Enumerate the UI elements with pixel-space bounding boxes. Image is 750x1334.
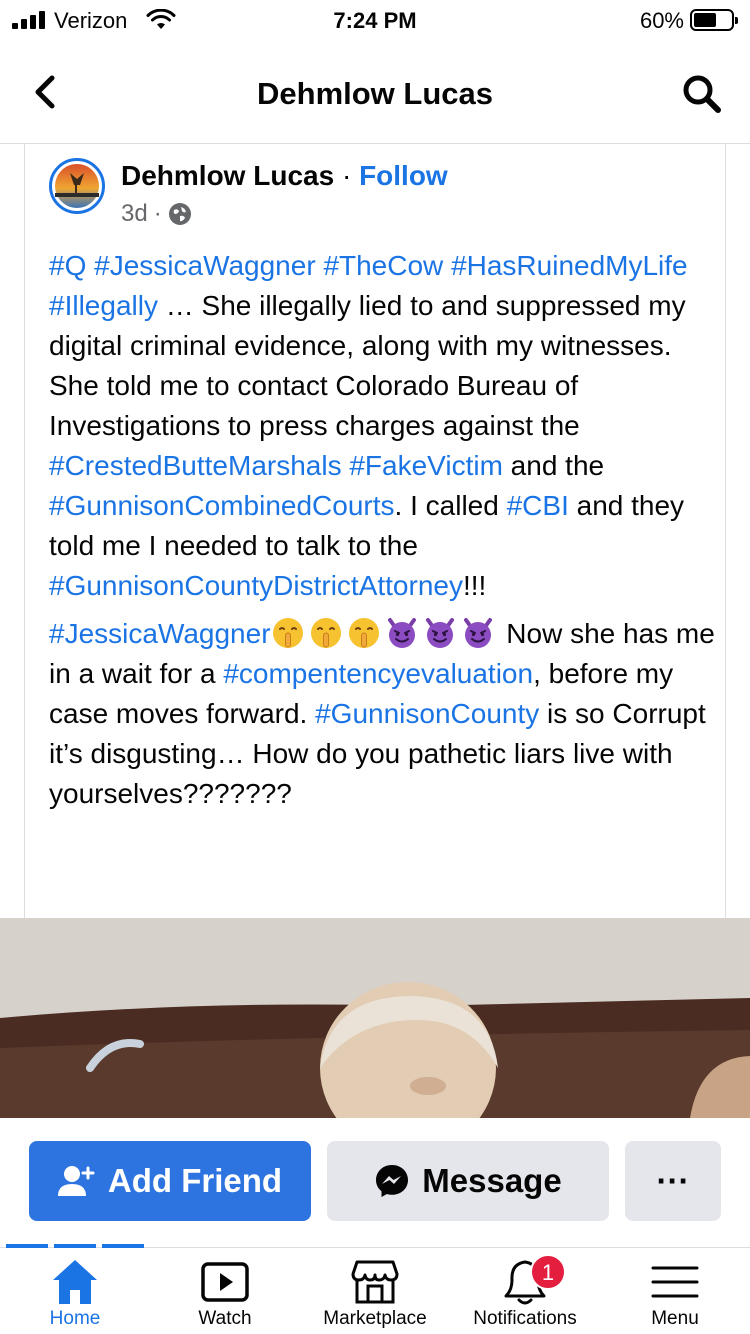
hashtag-link[interactable]: #compentencyevaluation [223, 658, 533, 689]
meta-separator: · [153, 200, 162, 227]
status-bar: Verizon 7:24 PM 60% [0, 0, 750, 42]
messenger-icon [376, 1165, 409, 1197]
shushing-face-icon [347, 616, 381, 650]
post-card: Dehmlow Lucas · Follow 3d · #Q #JessicaW… [24, 144, 726, 918]
hashtag-link[interactable]: #JessicaWaggner [49, 618, 271, 649]
hashtag-link[interactable]: #HasRuinedMyLife [451, 250, 688, 281]
more-options-label: ··· [656, 1162, 690, 1199]
search-icon[interactable] [680, 72, 724, 116]
hashtag-link[interactable]: #FakeVictim [349, 450, 503, 481]
notification-badge: 1 [530, 1254, 566, 1290]
post-timestamp[interactable]: 3d [121, 200, 148, 228]
hashtag-link[interactable]: #GunnisonCountyDistrictAttorney [49, 570, 463, 601]
post-text-run [443, 250, 451, 281]
hashtag-link[interactable]: #CrestedButteMarshals [49, 450, 342, 481]
smiling-imp-icon [423, 616, 457, 650]
hashtag-link[interactable]: #Illegally [49, 290, 158, 321]
avatar-image [55, 164, 99, 208]
post-text-run: . I called [394, 490, 507, 521]
tab-label: Menu [651, 1308, 699, 1329]
post-text-run [86, 250, 94, 281]
bottom-tab-bar: Home Watch Marketplace 1 Notifications M… [0, 1248, 750, 1334]
page-title: Dehmlow Lucas [257, 76, 493, 111]
tab-label: Watch [198, 1308, 252, 1329]
avatar[interactable] [49, 158, 105, 214]
author-separator: · [334, 160, 360, 191]
clock: 7:24 PM [333, 8, 417, 33]
shushing-face-icon [271, 616, 305, 650]
hashtag-link[interactable]: #CBI [507, 490, 569, 521]
hashtag-link[interactable]: #JessicaWaggner [94, 250, 316, 281]
battery-percent: 60% [639, 8, 684, 33]
post-author-name[interactable]: Dehmlow Lucas [121, 160, 334, 191]
message-label: Message [422, 1162, 562, 1199]
hashtag-link[interactable]: #GunnisonCombinedCourts [49, 490, 395, 521]
menu-icon [651, 1266, 699, 1298]
tab-notifications[interactable]: 1 Notifications [450, 1248, 600, 1334]
add-friend-button[interactable]: Add Friend [29, 1141, 311, 1221]
tab-menu[interactable]: Menu [600, 1248, 750, 1334]
tab-label: Marketplace [323, 1308, 427, 1329]
post-text-run: and the [502, 450, 605, 481]
smiling-imp-icon [461, 616, 495, 650]
add-person-icon [57, 1166, 95, 1196]
photo-image [0, 918, 750, 1118]
post-text-run: !!! [462, 570, 487, 601]
marketplace-icon [351, 1260, 399, 1304]
tab-label: Notifications [473, 1308, 577, 1329]
post-paragraph: #JessicaWaggner Now she has me in a wait… [49, 614, 717, 814]
profile-action-bar: Add Friend Message ··· [0, 1118, 750, 1248]
message-button[interactable]: Message [327, 1141, 609, 1221]
post-meta: 3d · [121, 200, 192, 228]
smiling-imp-icon [385, 616, 419, 650]
post-photo[interactable] [0, 918, 750, 1118]
hashtag-link[interactable]: #GunnisonCounty [315, 698, 539, 729]
shushing-face-icon [309, 616, 343, 650]
header: Dehmlow Lucas [0, 42, 750, 144]
more-options-button[interactable]: ··· [625, 1141, 721, 1221]
post-text: #Q #JessicaWaggner #TheCow #HasRuinedMyL… [49, 246, 717, 814]
globe-icon [168, 203, 191, 225]
follow-link[interactable]: Follow [359, 160, 448, 191]
tab-label: Home [49, 1308, 101, 1329]
tab-marketplace[interactable]: Marketplace [300, 1248, 450, 1334]
tab-home[interactable]: Home [0, 1248, 150, 1334]
post-author-line: Dehmlow Lucas · Follow [121, 160, 448, 192]
home-icon [53, 1260, 97, 1304]
watch-icon [201, 1262, 249, 1302]
post-paragraph: #Q #JessicaWaggner #TheCow #HasRuinedMyL… [49, 246, 717, 606]
tab-watch[interactable]: Watch [150, 1248, 300, 1334]
hashtag-link[interactable]: #TheCow [323, 250, 443, 281]
hashtag-link[interactable]: #Q [49, 250, 86, 281]
add-friend-label: Add Friend [107, 1162, 283, 1199]
battery-icon [690, 9, 738, 31]
